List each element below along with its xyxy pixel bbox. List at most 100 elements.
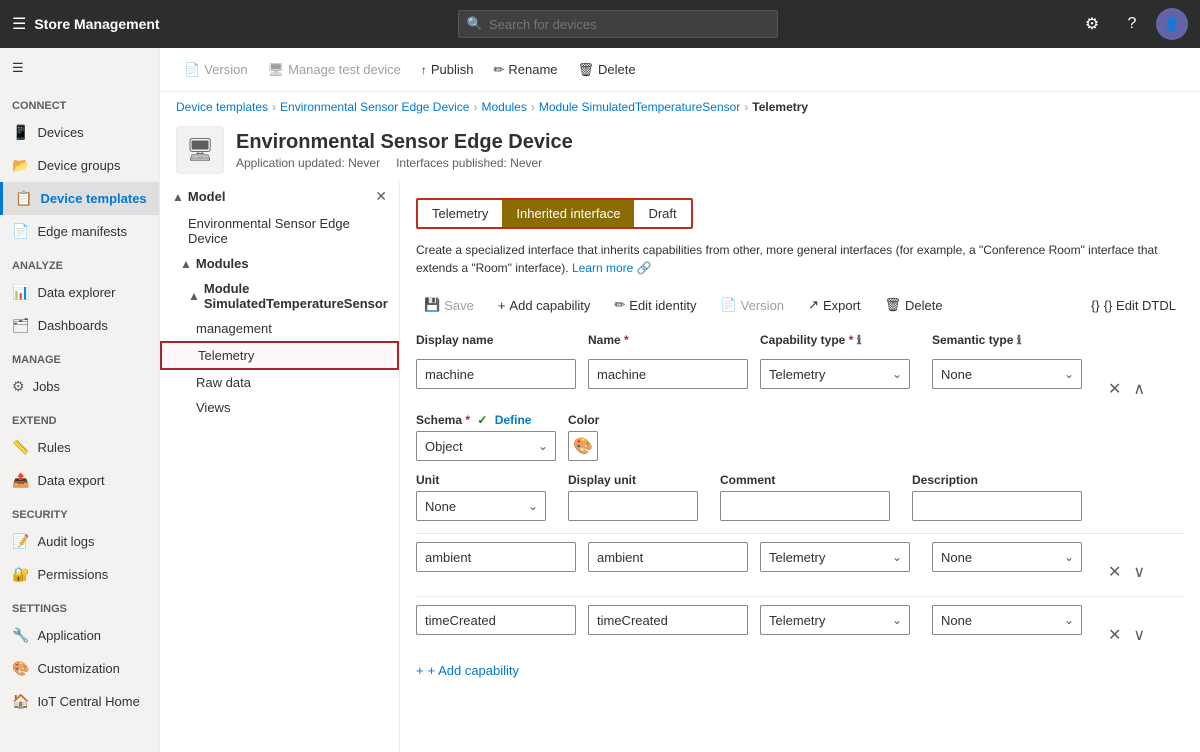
breadcrumb-sep-3: ›	[531, 100, 535, 114]
section-manage: Manage	[0, 342, 159, 370]
schema-select[interactable]: Object Array Boolean	[416, 431, 556, 461]
model-collapse-btn[interactable]: ▲	[172, 190, 184, 204]
sidebar-label-device-groups: Device groups	[37, 158, 120, 173]
display-name-input-timecreated[interactable]	[416, 605, 576, 635]
tab-telemetry[interactable]: Telemetry	[418, 200, 502, 227]
tree-views[interactable]: Views	[160, 395, 399, 420]
version-sec-btn[interactable]: 📄 Version	[712, 293, 792, 317]
sidebar-label-data-export: Data export	[37, 473, 104, 488]
help-button[interactable]: ?	[1116, 8, 1148, 40]
section-connect: Connect	[0, 88, 159, 116]
tree-env-sensor[interactable]: Environmental Sensor Edge Device	[160, 211, 399, 251]
save-btn[interactable]: 💾 Save	[416, 293, 482, 317]
breadcrumb-modules[interactable]: Modules	[481, 100, 526, 114]
edit-identity-btn[interactable]: ✏ Edit identity	[606, 293, 704, 317]
color-label: Color	[568, 413, 599, 427]
display-name-input-ambient[interactable]	[416, 542, 576, 572]
sidebar-item-device-groups[interactable]: 📂 Device groups	[0, 149, 159, 182]
sidebar-label-dashboards: Dashboards	[38, 318, 108, 333]
capability-type-select-ambient[interactable]: Telemetry Property Command	[760, 542, 910, 572]
sidebar-item-dashboards[interactable]: 🗂 Dashboards	[0, 309, 159, 342]
capability-type-select-timecreated[interactable]: Telemetry Property Command	[760, 605, 910, 635]
sidebar-label-audit-logs: Audit logs	[37, 534, 94, 549]
publish-icon: ↑	[421, 63, 427, 77]
color-picker-btn[interactable]: 🎨	[568, 431, 598, 461]
tab-draft[interactable]: Draft	[634, 200, 690, 227]
add-capability-bottom-btn[interactable]: + + Add capability	[416, 659, 519, 682]
name-input-timecreated[interactable]	[588, 605, 748, 635]
sidebar-item-application[interactable]: 🔧 Application	[0, 619, 159, 652]
expand-ambient-btn[interactable]: ∨	[1129, 560, 1149, 584]
breadcrumb: Device templates › Environmental Sensor …	[160, 92, 1200, 122]
form-row-machine: Telemetry Property Command None Temperat…	[416, 359, 1184, 401]
manage-test-device-button[interactable]: 🖥 Manage test device	[260, 58, 409, 82]
delete-button[interactable]: 🗑 Delete	[570, 58, 644, 82]
user-avatar-button[interactable]: 👤	[1156, 8, 1188, 40]
model-close-btn[interactable]: ✕	[375, 188, 387, 205]
edit-dtdl-btn[interactable]: {} {} Edit DTDL	[1083, 294, 1184, 317]
main-layout: ☰ Connect 📱 Devices 📂 Device groups 📋 De…	[0, 48, 1200, 752]
capability-type-select-machine[interactable]: Telemetry Property Command	[760, 359, 910, 389]
display-name-input-machine[interactable]	[416, 359, 576, 389]
semantic-type-select-ambient[interactable]: None Temperature Humidity	[932, 542, 1082, 572]
breadcrumb-module-sensor[interactable]: Module SimulatedTemperatureSensor	[539, 100, 740, 114]
sidebar-item-customization[interactable]: 🎨 Customization	[0, 652, 159, 685]
export-icon: ↗	[808, 297, 819, 313]
sidebar-item-edge-manifests[interactable]: 📄 Edge manifests	[0, 215, 159, 248]
sidebar-item-audit-logs[interactable]: 📝 Audit logs	[0, 525, 159, 558]
tree-telemetry[interactable]: Telemetry	[160, 341, 399, 370]
sidebar-item-permissions[interactable]: 🔐 Permissions	[0, 558, 159, 591]
name-input-ambient[interactable]	[588, 542, 748, 572]
search-input[interactable]	[489, 17, 769, 32]
module-simulated-section[interactable]: ▲ Module SimulatedTemperatureSensor	[160, 276, 399, 316]
sidebar-item-iot-central-home[interactable]: 🏠 IoT Central Home	[0, 685, 159, 718]
add-capability-btn[interactable]: + Add capability	[490, 294, 599, 317]
name-input-machine[interactable]	[588, 359, 748, 389]
tree-management[interactable]: management	[160, 316, 399, 341]
sidebar-item-device-templates[interactable]: 📋 Device templates	[0, 182, 159, 215]
display-unit-input[interactable]	[568, 491, 698, 521]
delete-sec-btn[interactable]: 🗑 Delete	[877, 293, 951, 317]
breadcrumb-env-sensor[interactable]: Environmental Sensor Edge Device	[280, 100, 469, 114]
publish-button[interactable]: ↑ Publish	[413, 58, 482, 81]
sidebar-item-data-export[interactable]: 📤 Data export	[0, 464, 159, 497]
settings-button[interactable]: ⚙	[1076, 8, 1108, 40]
remove-ambient-btn[interactable]: ✕	[1104, 560, 1125, 584]
schema-color-row: Schema * ✓ Define Object Array Boolean	[416, 413, 1184, 461]
sidebar-toggle[interactable]: ☰	[0, 48, 159, 88]
comment-label: Comment	[720, 473, 900, 487]
module-sim-collapse-btn[interactable]: ▲	[188, 289, 200, 303]
search-box: 🔍	[458, 10, 778, 38]
learn-more-link[interactable]: Learn more	[572, 261, 633, 275]
export-btn[interactable]: ↗ Export	[800, 293, 868, 317]
remove-machine-btn[interactable]: ✕	[1104, 377, 1125, 401]
model-section-header[interactable]: ▲ Model ✕	[160, 182, 399, 211]
model-label: Model	[188, 189, 226, 204]
description-input[interactable]	[912, 491, 1082, 521]
modules-section[interactable]: ▲ Modules	[160, 251, 399, 276]
expand-machine-btn[interactable]: ∧	[1129, 377, 1149, 401]
tab-inherited-interface[interactable]: Inherited interface	[502, 200, 634, 227]
comment-input[interactable]	[720, 491, 890, 521]
sidebar-item-rules[interactable]: 📏 Rules	[0, 431, 159, 464]
unit-select[interactable]: None Celsius Fahrenheit	[416, 491, 546, 521]
schema-label: Schema * ✓ Define	[416, 413, 556, 427]
expand-timecreated-btn[interactable]: ∨	[1129, 623, 1149, 647]
modules-collapse-btn[interactable]: ▲	[180, 257, 192, 271]
display-name-label: Display name	[416, 333, 576, 347]
semantic-type-select-machine[interactable]: None Temperature Humidity	[932, 359, 1082, 389]
remove-timecreated-btn[interactable]: ✕	[1104, 623, 1125, 647]
version-button[interactable]: 📄 Version	[176, 58, 256, 82]
breadcrumb-device-templates[interactable]: Device templates	[176, 100, 268, 114]
form-row-timecreated: Telemetry Property Command None Temperat…	[416, 596, 1184, 647]
sidebar-item-devices[interactable]: 📱 Devices	[0, 116, 159, 149]
sidebar-item-jobs[interactable]: ⚙ Jobs	[0, 370, 159, 403]
device-templates-icon: 📋	[15, 190, 32, 207]
tree-raw-data[interactable]: Raw data ✏	[160, 370, 399, 395]
semantic-type-select-timecreated[interactable]: None Temperature Humidity	[932, 605, 1082, 635]
hamburger-icon[interactable]: ☰	[12, 14, 26, 34]
semantic-type-label: Semantic type ℹ	[932, 333, 1092, 347]
sidebar-item-data-explorer[interactable]: 📊 Data explorer	[0, 276, 159, 309]
left-panel: ▲ Model ✕ Environmental Sensor Edge Devi…	[160, 182, 400, 752]
rename-button[interactable]: ✏ Rename	[485, 58, 565, 82]
